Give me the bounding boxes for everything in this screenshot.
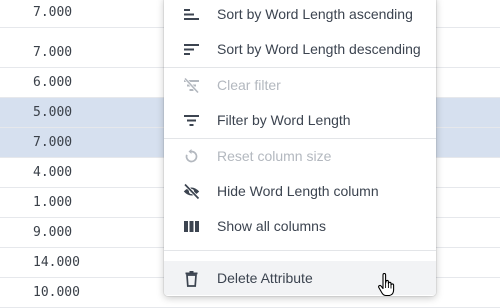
column-context-menu: Sort by Word Length ascending Sort by Wo… [164,0,436,296]
menu-item-sort-descending[interactable]: Sort by Word Length descending [164,32,436,66]
columns-icon [183,218,200,235]
menu-item-label: Delete Attribute [217,270,313,286]
trash-icon [183,270,200,287]
cell-value: 7.000 [33,5,73,20]
cell-value: 1.000 [33,195,73,210]
cell-value: 6.000 [33,75,73,90]
cell-value: 14.000 [33,255,80,270]
cell-value: 5.000 [33,105,73,120]
menu-item-reset-column-size[interactable]: Reset column size [164,139,436,173]
sort-ascending-icon [183,6,200,23]
filter-off-icon [183,77,200,94]
cell-value: 7.000 [33,135,73,150]
filter-icon [183,112,200,129]
menu-item-label: Hide Word Length column [217,183,379,199]
menu-item-label: Show all columns [217,218,326,234]
menu-item-sort-ascending[interactable]: Sort by Word Length ascending [164,0,436,31]
menu-item-clear-filter[interactable]: Clear filter [164,68,436,102]
hand-cursor-icon [377,273,397,297]
cell-value: 10.000 [33,285,80,300]
menu-item-label: Filter by Word Length [217,112,351,128]
menu-item-hide-column[interactable]: Hide Word Length column [164,174,436,208]
menu-item-show-all-columns[interactable]: Show all columns [164,209,436,243]
menu-item-label: Sort by Word Length descending [217,41,421,57]
menu-item-filter[interactable]: Filter by Word Length [164,103,436,137]
reset-icon [183,148,200,165]
cell-value: 4.000 [33,165,73,180]
menu-item-label: Clear filter [217,77,281,93]
menu-item-label: Sort by Word Length ascending [217,6,413,22]
eye-off-icon [183,183,200,200]
sort-descending-icon [183,41,200,58]
menu-divider [164,250,436,251]
cell-value: 9.000 [33,225,73,240]
cell-value: 7.000 [33,45,73,60]
menu-item-label: Reset column size [217,148,332,164]
